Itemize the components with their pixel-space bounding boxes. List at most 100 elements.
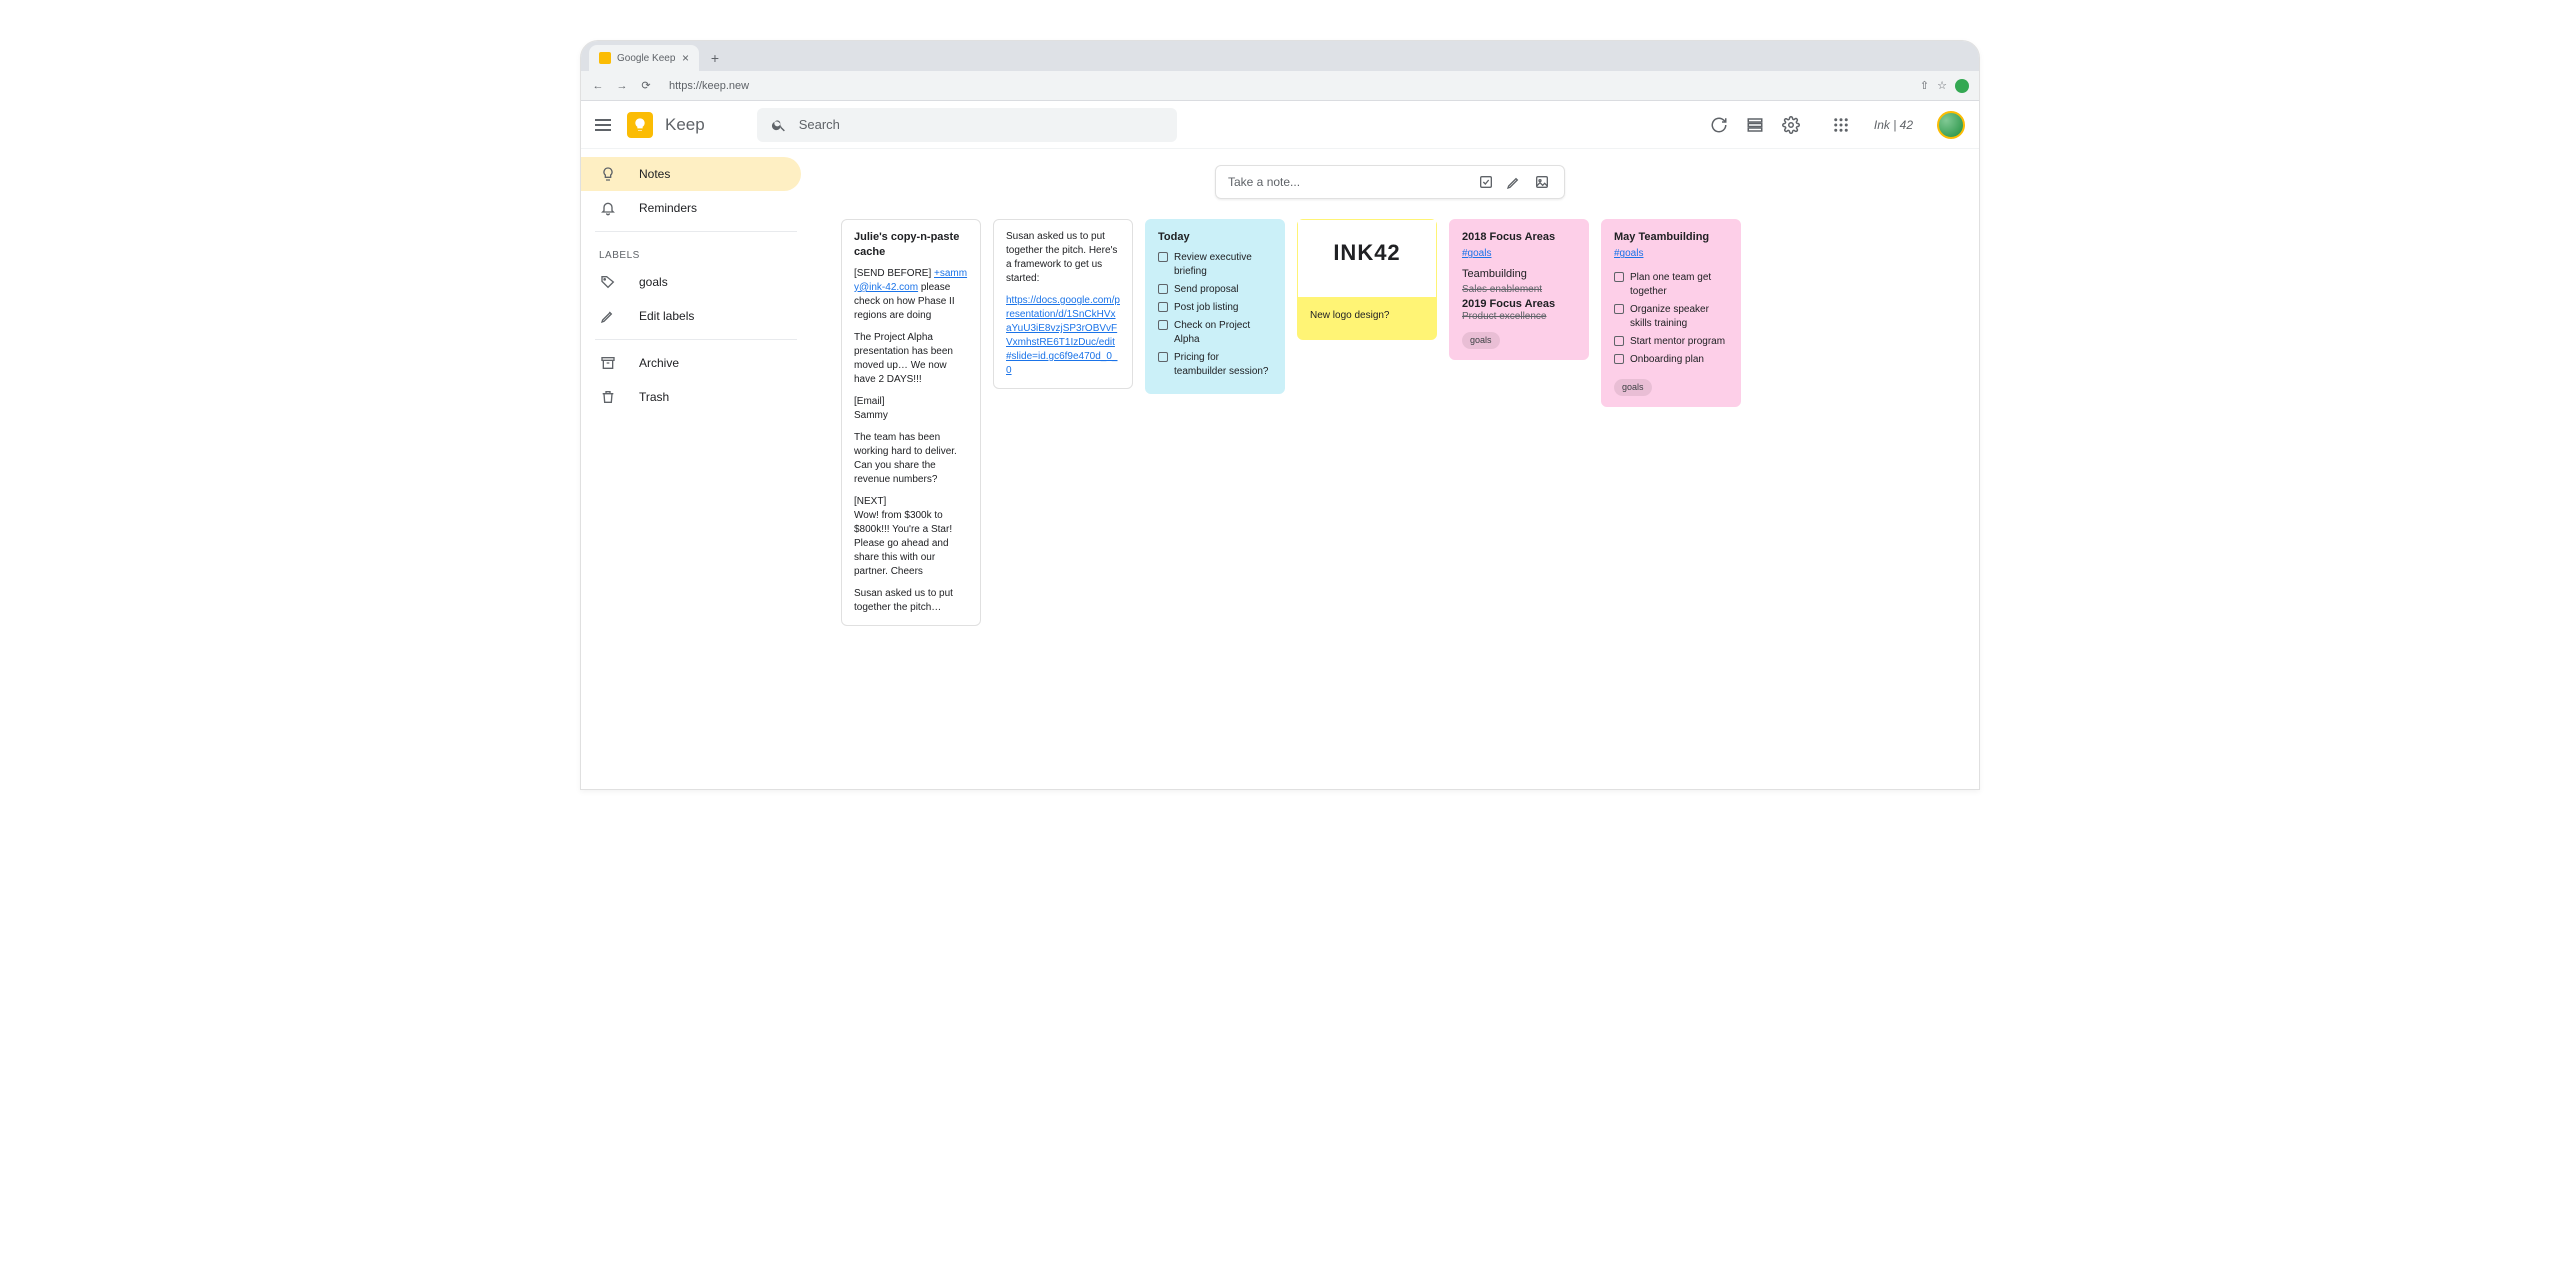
note-card[interactable]: Susan asked us to put together the pitch… [993, 219, 1133, 389]
sidebar-item-label: Notes [639, 167, 670, 181]
note-title: 2018 Focus Areas [1462, 230, 1576, 245]
note-card-today[interactable]: Today Review executive briefing Send pro… [1145, 219, 1285, 394]
checklist-item[interactable]: Review executive briefing [1158, 251, 1272, 279]
addr-right-icons: ⇧ ☆ [1920, 79, 1969, 93]
sidebar-item-reminders[interactable]: Reminders [581, 191, 801, 225]
hashtag-link[interactable]: #goals [1462, 247, 1576, 261]
star-icon[interactable]: ☆ [1937, 79, 1947, 92]
note-card-teambuilding[interactable]: May Teambuilding #goals Plan one team ge… [1601, 219, 1741, 407]
reload-icon[interactable]: ⟳ [639, 79, 653, 92]
header-actions: Ink | 42 [1710, 111, 1965, 139]
tab-strip: Google Keep × + [581, 41, 1979, 71]
forward-icon[interactable]: → [615, 80, 629, 92]
menu-icon[interactable] [595, 115, 615, 135]
list-view-icon[interactable] [1746, 116, 1764, 134]
tab-title: Google Keep [617, 53, 675, 64]
checklist-item[interactable]: Start mentor program [1614, 335, 1728, 349]
note-paragraph: The Project Alpha presentation has been … [854, 331, 968, 387]
checkbox-icon[interactable] [1614, 336, 1624, 346]
sidebar-label-goals[interactable]: goals [581, 265, 801, 299]
note-paragraph: [Email] [854, 395, 968, 409]
sidebar-divider [595, 231, 797, 232]
tag-icon [599, 274, 617, 290]
image-icon[interactable] [1532, 174, 1552, 190]
app-header: Keep Search Ink | 42 [581, 101, 1979, 149]
close-tab-icon[interactable]: × [682, 51, 689, 65]
checkbox-icon[interactable] [1158, 284, 1168, 294]
note-paragraph: Susan asked us to put together the pitch… [854, 587, 968, 615]
checkbox-icon[interactable] [1158, 252, 1168, 262]
note-paragraph: Sammy [854, 409, 968, 423]
note-title: Julie's copy-n-paste cache [854, 230, 968, 261]
sidebar-item-label: goals [639, 275, 668, 289]
share-icon[interactable]: ⇧ [1920, 79, 1929, 92]
note-paragraph: Susan asked us to put together the pitch… [1006, 230, 1120, 286]
checkbox-icon[interactable] [1614, 354, 1624, 364]
sidebar-item-trash[interactable]: Trash [581, 380, 801, 414]
note-card-logo[interactable]: INK42 New logo design? [1297, 219, 1437, 340]
take-note-placeholder: Take a note... [1228, 175, 1468, 189]
bulb-icon [599, 166, 617, 182]
sidebar-edit-labels[interactable]: Edit labels [581, 299, 801, 333]
search-placeholder: Search [799, 117, 840, 132]
search-icon [771, 117, 787, 133]
account-avatar[interactable] [1937, 111, 1965, 139]
take-note-input[interactable]: Take a note... [1215, 165, 1565, 199]
note-paragraph: [NEXT] [854, 495, 968, 509]
hashtag-link[interactable]: #goals [1614, 247, 1728, 261]
pencil-icon [599, 308, 617, 324]
doc-link[interactable]: https://docs.google.com/presentation/d/1… [1006, 295, 1120, 376]
search-input[interactable]: Search [757, 108, 1177, 142]
profile-dot-icon[interactable] [1955, 79, 1969, 93]
brush-icon[interactable] [1504, 174, 1524, 190]
back-icon[interactable]: ← [591, 80, 605, 92]
sidebar-item-label: Edit labels [639, 309, 694, 323]
browser-chrome: Google Keep × + ← → ⟳ https://keep.new ⇧… [581, 41, 1979, 101]
keep-favicon [599, 52, 611, 64]
sidebar-divider [595, 339, 797, 340]
device-frame: Google Keep × + ← → ⟳ https://keep.new ⇧… [580, 40, 1980, 790]
sidebar-item-label: Reminders [639, 201, 697, 215]
new-tab-button[interactable]: + [705, 48, 725, 68]
checklist-item[interactable]: Plan one team get together [1614, 271, 1728, 299]
checkbox-icon[interactable] [1476, 174, 1496, 190]
browser-tab[interactable]: Google Keep × [589, 45, 699, 71]
note-line-struck: Product excellence [1462, 310, 1576, 324]
note-line-struck: Sales enablement [1462, 283, 1576, 297]
checkbox-icon[interactable] [1158, 302, 1168, 312]
label-chip[interactable]: goals [1462, 332, 1500, 349]
url-text[interactable]: https://keep.new [669, 80, 749, 92]
checkbox-icon[interactable] [1158, 320, 1168, 330]
sidebar-labels-heading: LABELS [581, 238, 811, 265]
checklist-item[interactable]: Onboarding plan [1614, 353, 1728, 367]
checklist-item[interactable]: Check on Project Alpha [1158, 319, 1272, 347]
note-paragraph: Wow! from $300k to $800k!!! You're a Sta… [854, 509, 968, 579]
brand-badge: Ink | 42 [1868, 115, 1919, 135]
ink42-logo-text: INK42 [1298, 238, 1436, 269]
note-line: Teambuilding [1462, 267, 1576, 282]
checkbox-icon[interactable] [1614, 272, 1624, 282]
checklist-item[interactable]: Pricing for teambuilder session? [1158, 351, 1272, 379]
note-card[interactable]: Julie's copy-n-paste cache [SEND BEFORE]… [841, 219, 981, 626]
checkbox-icon[interactable] [1158, 352, 1168, 362]
checklist-item[interactable]: Send proposal [1158, 283, 1272, 297]
refresh-icon[interactable] [1710, 116, 1728, 134]
trash-icon [599, 389, 617, 405]
apps-grid-icon[interactable] [1832, 116, 1850, 134]
address-bar: ← → ⟳ https://keep.new ⇧ ☆ [581, 71, 1979, 101]
sidebar-item-label: Trash [639, 390, 669, 404]
checklist-item[interactable]: Organize speaker skills training [1614, 303, 1728, 331]
archive-icon [599, 355, 617, 371]
note-title: May Teambuilding [1614, 230, 1728, 245]
content-area: Take a note... Julie's copy-n-paste cach… [811, 149, 1979, 789]
checklist-item[interactable]: Post job listing [1158, 301, 1272, 315]
checkbox-icon[interactable] [1614, 304, 1624, 314]
sidebar-item-archive[interactable]: Archive [581, 346, 801, 380]
settings-icon[interactable] [1782, 116, 1800, 134]
note-title: Today [1158, 230, 1272, 245]
note-card-focus[interactable]: 2018 Focus Areas #goals Teambuilding Sal… [1449, 219, 1589, 360]
logo-image-area: INK42 [1298, 220, 1436, 297]
label-chip[interactable]: goals [1614, 379, 1652, 396]
sidebar-item-notes[interactable]: Notes [581, 157, 801, 191]
keep-logo-icon [627, 112, 653, 138]
